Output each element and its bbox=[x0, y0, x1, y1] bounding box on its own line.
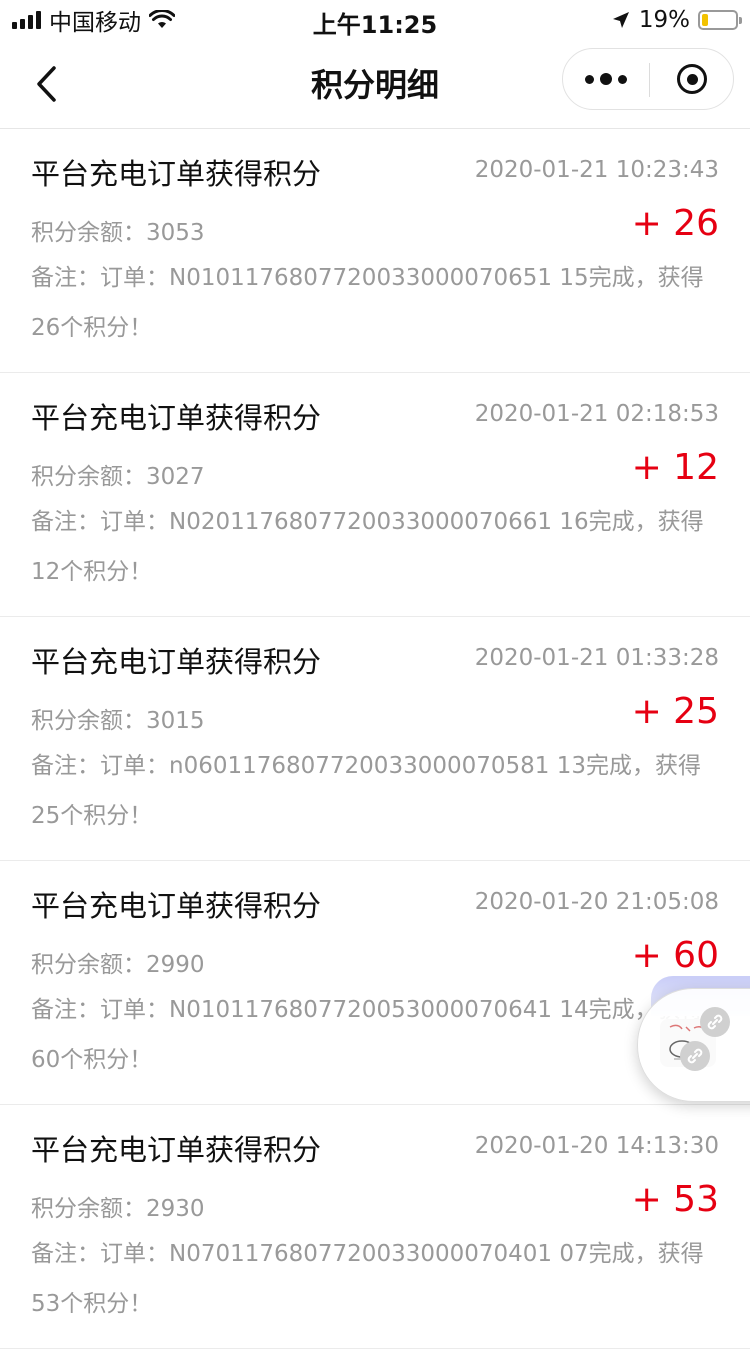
floating-widget-body bbox=[637, 988, 750, 1102]
link-icon-secondary bbox=[680, 1041, 710, 1071]
battery-percent: 19% bbox=[638, 7, 690, 33]
record-points-delta: + 60 bbox=[631, 935, 719, 976]
record-time: 2020-01-21 01:33:28 bbox=[474, 645, 719, 671]
more-button[interactable] bbox=[563, 49, 649, 109]
record-time: 2020-01-21 02:18:53 bbox=[474, 401, 719, 427]
record-points-delta: + 53 bbox=[631, 1179, 719, 1220]
battery-fill bbox=[702, 14, 708, 26]
list-item[interactable]: 平台充电订单获得积分 2020-01-21 10:23:43 积分余额：3053… bbox=[0, 129, 750, 373]
nav-bar: 积分明细 bbox=[0, 40, 750, 129]
target-circle-icon bbox=[677, 64, 707, 94]
more-dots-icon bbox=[585, 74, 594, 84]
chevron-left-icon bbox=[37, 66, 56, 102]
record-title: 平台充电订单获得积分 bbox=[31, 1133, 322, 1167]
list-item[interactable]: 平台充电订单获得积分 2020-01-21 02:18:53 积分余额：3027… bbox=[0, 373, 750, 617]
record-balance: 积分余额：2990 bbox=[31, 952, 205, 978]
record-balance: 积分余额：3015 bbox=[31, 708, 205, 734]
record-balance: 积分余额：3053 bbox=[31, 220, 205, 246]
mini-program-capsule bbox=[562, 48, 734, 110]
record-note: 备注：订单：N0201176807720033000070661 16完成，获得… bbox=[31, 509, 704, 585]
back-button[interactable] bbox=[26, 62, 66, 106]
record-title: 平台充电订单获得积分 bbox=[31, 401, 322, 435]
floating-window-widget[interactable] bbox=[637, 976, 750, 1102]
record-note: 备注：订单：N0101176807720033000070651 15完成，获得… bbox=[31, 265, 704, 341]
record-note: 备注：订单：N0101176807720053000070641 14完成，获得… bbox=[31, 997, 704, 1073]
record-points-delta: + 25 bbox=[631, 691, 719, 732]
record-title: 平台充电订单获得积分 bbox=[31, 645, 322, 679]
status-bar: 中国移动 上午11:25 19% bbox=[0, 0, 750, 40]
more-dots-icon-center bbox=[600, 73, 612, 85]
record-title: 平台充电订单获得积分 bbox=[31, 889, 322, 923]
list-item[interactable]: 平台充电订单获得积分 2020-01-21 01:33:28 积分余额：3015… bbox=[0, 617, 750, 861]
record-note: 备注：订单：n0601176807720033000070581 13完成，获得… bbox=[31, 753, 701, 829]
record-time: 2020-01-21 10:23:43 bbox=[474, 157, 719, 183]
points-record-list: 平台充电订单获得积分 2020-01-21 10:23:43 积分余额：3053… bbox=[0, 129, 750, 1349]
record-note: 备注：订单：N0701176807720033000070401 07完成，获得… bbox=[31, 1241, 704, 1317]
more-dots-icon-right bbox=[618, 74, 627, 84]
close-button[interactable] bbox=[650, 49, 734, 109]
record-balance: 积分余额：3027 bbox=[31, 464, 205, 490]
record-time: 2020-01-20 14:13:30 bbox=[474, 1133, 719, 1159]
record-time: 2020-01-20 21:05:08 bbox=[474, 889, 719, 915]
link-icon bbox=[700, 1007, 730, 1037]
record-title: 平台充电订单获得积分 bbox=[31, 157, 322, 191]
record-balance: 积分余额：2930 bbox=[31, 1196, 205, 1222]
status-right: 19% bbox=[611, 6, 742, 34]
battery-icon bbox=[698, 10, 742, 30]
location-arrow-icon bbox=[612, 12, 629, 28]
record-points-delta: + 12 bbox=[631, 447, 719, 488]
list-item[interactable]: 平台充电订单获得积分 2020-01-20 14:13:30 积分余额：2930… bbox=[0, 1105, 750, 1349]
record-points-delta: + 26 bbox=[631, 203, 719, 244]
